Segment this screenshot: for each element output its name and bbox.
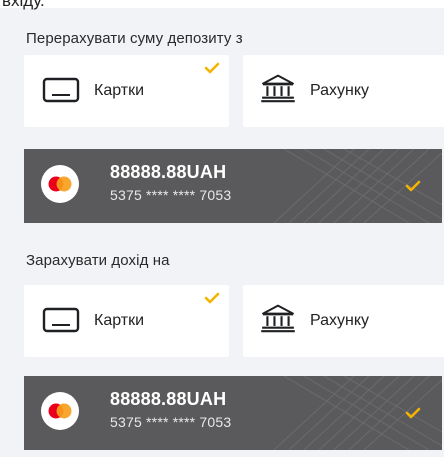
card-pattern bbox=[273, 376, 442, 450]
source-section-title: Перерахувати суму депозиту з bbox=[26, 30, 243, 47]
source-selected-card[interactable]: 88888.88UAH 5375 **** **** 7053 bbox=[24, 149, 442, 223]
mastercard-logo bbox=[48, 403, 72, 419]
destination-card-amount: 88888.88UAH bbox=[110, 389, 227, 409]
check-icon bbox=[204, 292, 220, 304]
card-icon bbox=[42, 307, 80, 333]
source-option-account-label: Рахунку bbox=[310, 82, 370, 99]
source-card-number: 5375 **** **** 7053 bbox=[110, 187, 232, 203]
destination-card-number: 5375 **** **** 7053 bbox=[110, 414, 232, 430]
source-card-amount: 88888.88UAH bbox=[110, 162, 227, 182]
mastercard-logo bbox=[48, 176, 72, 192]
bank-icon bbox=[261, 74, 295, 103]
destination-option-card-label: Картки bbox=[94, 312, 145, 329]
card-icon bbox=[42, 77, 80, 103]
source-option-account[interactable]: Рахунку bbox=[243, 55, 444, 127]
check-icon bbox=[204, 62, 220, 74]
card-pattern bbox=[273, 149, 442, 223]
destination-option-account-label: Рахунку bbox=[310, 312, 370, 329]
destination-option-account[interactable]: Рахунку bbox=[243, 285, 444, 357]
destination-selected-card[interactable]: 88888.88UAH 5375 **** **** 7053 bbox=[24, 376, 442, 450]
destination-option-card[interactable]: Картки bbox=[24, 285, 229, 357]
previous-text-fragment: вхіду. bbox=[0, 0, 444, 9]
check-icon bbox=[405, 407, 421, 419]
deposit-settings-screen: вхіду. Перерахувати суму депозиту з Карт… bbox=[0, 0, 444, 457]
source-option-card[interactable]: Картки bbox=[24, 55, 229, 127]
bank-icon bbox=[261, 304, 295, 333]
destination-section-title: Зарахувати дохід на bbox=[26, 252, 170, 269]
check-icon bbox=[405, 180, 421, 192]
source-option-card-label: Картки bbox=[94, 82, 145, 99]
